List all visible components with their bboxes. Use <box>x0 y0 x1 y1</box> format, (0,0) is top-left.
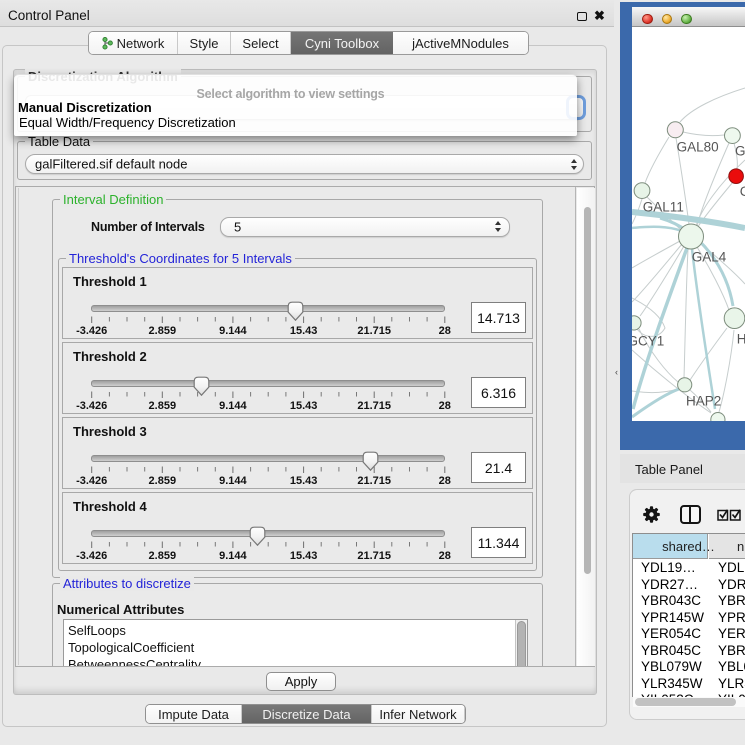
svg-text:GAL11: GAL11 <box>643 200 684 215</box>
svg-text:GAL4: GAL4 <box>692 249 727 264</box>
svg-text:H: H <box>737 332 745 347</box>
svg-text:GCY1: GCY1 <box>632 333 664 348</box>
svg-text:HAP2: HAP2 <box>686 394 721 409</box>
svg-text:GAL80: GAL80 <box>677 139 719 154</box>
svg-text:GA: GA <box>735 143 745 158</box>
svg-text:C: C <box>740 184 745 199</box>
